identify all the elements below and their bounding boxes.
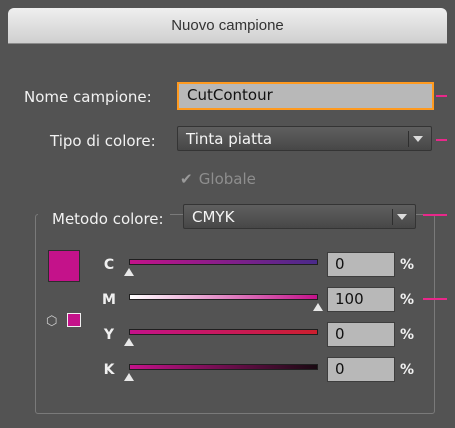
cyan-value-input[interactable]: 0	[327, 252, 395, 277]
chevron-down-icon	[413, 136, 423, 142]
magenta-percent: %	[400, 292, 415, 308]
magenta-value-input[interactable]: 100	[327, 287, 395, 312]
magenta-slider-thumb[interactable]	[313, 303, 323, 311]
black-percent: %	[400, 362, 415, 378]
color-mode-group	[35, 214, 435, 414]
magenta-label: M	[102, 292, 116, 308]
black-label: K	[103, 362, 115, 378]
color-type-value: Tinta piatta	[186, 130, 273, 148]
small-color-swatch[interactable]	[67, 313, 81, 327]
cyan-label: C	[103, 257, 115, 273]
black-slider-thumb[interactable]	[124, 373, 134, 381]
highlight-marker	[436, 95, 447, 97]
swatch-name-input[interactable]: CutContour	[177, 82, 434, 110]
yellow-percent: %	[400, 327, 415, 343]
color-mode-label: Metodo colore:	[38, 210, 170, 228]
dropdown-separator	[392, 209, 393, 225]
magenta-slider-track[interactable]	[129, 294, 318, 300]
new-swatch-dialog: Nome campione: CutContour Tipo di colore…	[8, 44, 447, 428]
yellow-label: Y	[103, 327, 115, 343]
color-type-dropdown[interactable]: Tinta piatta	[177, 126, 432, 151]
swatch-name-label: Nome campione:	[24, 88, 152, 106]
dropdown-separator	[408, 131, 409, 147]
cyan-percent: %	[400, 257, 415, 273]
yellow-value-input[interactable]: 0	[327, 322, 395, 347]
window-title: Nuovo campione	[171, 17, 284, 34]
black-value-input[interactable]: 0	[327, 357, 395, 382]
color-preview-swatch	[48, 250, 80, 282]
black-slider-track[interactable]	[129, 364, 318, 370]
highlight-marker	[423, 298, 447, 300]
cyan-slider-thumb[interactable]	[124, 268, 134, 276]
highlight-marker	[436, 139, 447, 141]
color-mode-dropdown[interactable]: CMYK	[183, 204, 416, 229]
yellow-slider-thumb[interactable]	[124, 338, 134, 346]
cube-icon[interactable]: ⬡	[46, 314, 57, 329]
checkmark-icon: ✔	[180, 170, 193, 188]
window-title-bar[interactable]: Nuovo campione	[8, 8, 447, 44]
highlight-marker	[423, 214, 447, 216]
global-label: Globale	[198, 170, 256, 188]
chevron-down-icon	[397, 214, 407, 220]
color-mode-value: CMYK	[192, 208, 235, 226]
global-checkbox[interactable]: ✔ Globale	[180, 170, 256, 188]
color-type-label: Tipo di colore:	[50, 132, 156, 150]
cyan-slider-track[interactable]	[129, 259, 318, 265]
yellow-slider-track[interactable]	[129, 329, 318, 335]
